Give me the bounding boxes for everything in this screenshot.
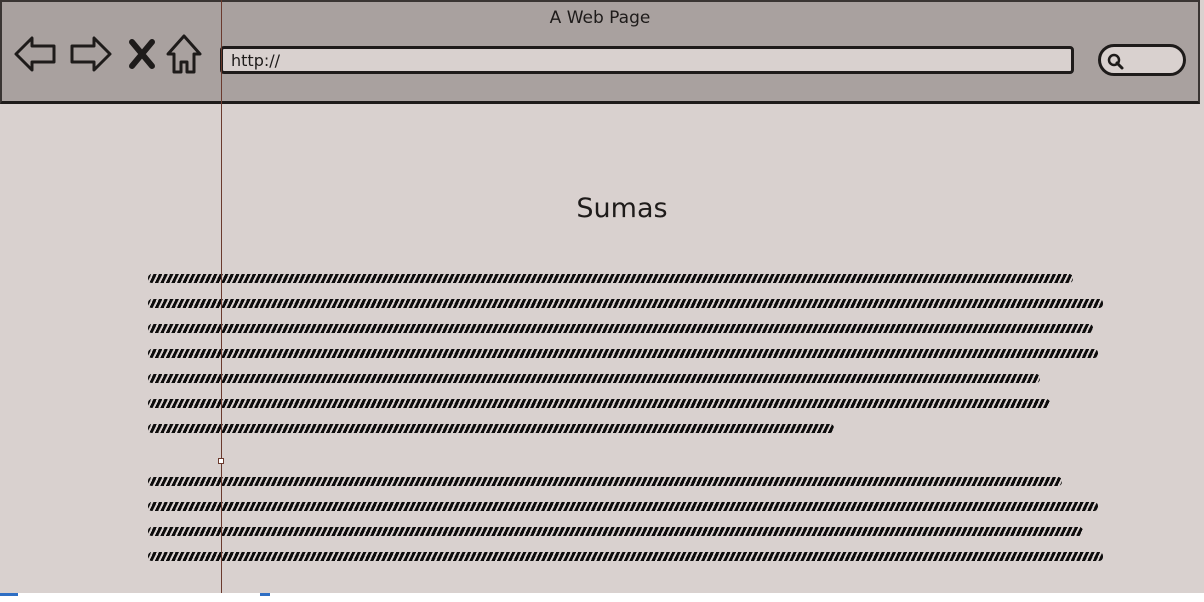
taskbar-indicator bbox=[260, 593, 270, 596]
forward-button[interactable] bbox=[66, 30, 114, 78]
scribble-line bbox=[148, 374, 1040, 383]
search-icon bbox=[1107, 53, 1124, 70]
search-box[interactable] bbox=[1098, 44, 1186, 76]
stop-button[interactable] bbox=[124, 30, 160, 78]
scribble-line bbox=[148, 349, 1098, 358]
placeholder-paragraph-1 bbox=[148, 274, 1108, 449]
stop-icon bbox=[129, 39, 155, 69]
taskbar-strip bbox=[0, 593, 1204, 602]
placeholder-paragraph-2 bbox=[148, 477, 1108, 577]
scribble-line bbox=[148, 527, 1083, 536]
scribble-line bbox=[148, 424, 834, 433]
taskbar-indicator bbox=[0, 593, 18, 596]
window-title: A Web Page bbox=[549, 8, 651, 28]
browser-chrome: A Web Page http:// bbox=[0, 0, 1200, 104]
scribble-line bbox=[148, 324, 1093, 333]
scribble-line bbox=[148, 399, 1050, 408]
guide-handle[interactable] bbox=[218, 458, 224, 464]
scribble-line bbox=[148, 552, 1103, 561]
vertical-guide-line[interactable] bbox=[221, 0, 222, 602]
home-button[interactable] bbox=[164, 30, 204, 78]
address-bar[interactable]: http:// bbox=[220, 46, 1074, 74]
back-button[interactable] bbox=[12, 30, 60, 78]
home-icon bbox=[166, 34, 202, 74]
scribble-line bbox=[148, 502, 1098, 511]
scribble-line bbox=[148, 274, 1073, 283]
scribble-line bbox=[148, 477, 1062, 486]
page-heading: Sumas bbox=[576, 193, 668, 224]
scribble-line bbox=[148, 299, 1103, 308]
forward-icon bbox=[70, 36, 112, 72]
back-icon bbox=[14, 36, 56, 72]
